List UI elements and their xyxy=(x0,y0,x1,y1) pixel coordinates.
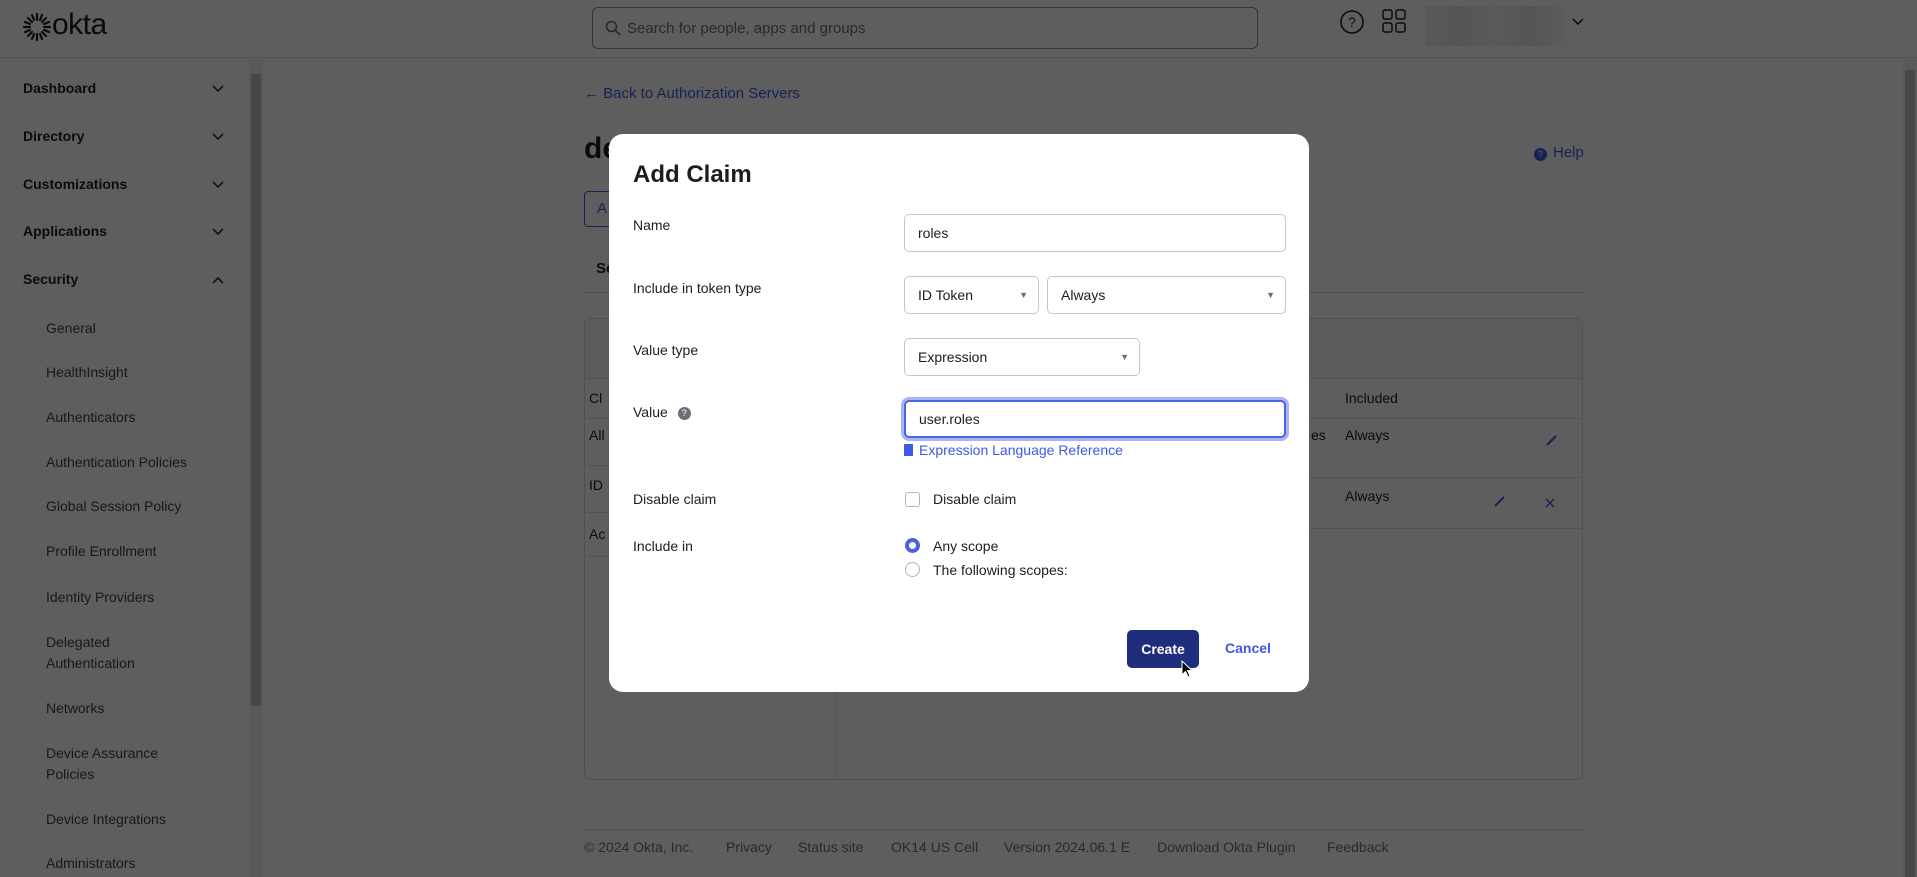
token-type-label: Include in token type xyxy=(633,280,762,296)
sidebar-item-device-assurance-policies[interactable]: Device Assurance Policies xyxy=(46,743,186,785)
any-scope-radio[interactable] xyxy=(905,538,920,553)
name-input[interactable]: roles xyxy=(904,214,1286,252)
sidebar-item-authentication-policies[interactable]: Authentication Policies xyxy=(46,452,187,473)
sidebar-item-global-session-policy[interactable]: Global Session Policy xyxy=(46,496,181,517)
disable-claim-checkbox-label[interactable]: Disable claim xyxy=(933,491,1016,507)
chevron-down-icon[interactable] xyxy=(212,85,224,93)
footer-divider xyxy=(584,829,1583,830)
value-label: Value? xyxy=(633,404,691,420)
token-when-value: Always xyxy=(1061,287,1106,303)
disable-claim-label: Disable claim xyxy=(633,491,717,507)
footer-link[interactable]: Status site xyxy=(798,839,863,855)
disable-claim-checkbox[interactable] xyxy=(905,492,920,507)
help-icon[interactable]: ? xyxy=(1338,8,1366,36)
value-type-select[interactable]: Expression ▼ xyxy=(904,338,1140,376)
footer-link[interactable]: Version 2024.06.1 E xyxy=(1004,839,1130,855)
footer-link[interactable]: Privacy xyxy=(726,839,772,855)
add-claim-dialog: Add Claim Name roles Include in token ty… xyxy=(609,134,1309,692)
token-when-select[interactable]: Always ▼ xyxy=(1047,276,1286,314)
search-box[interactable] xyxy=(592,7,1258,49)
sidebar-item-directory[interactable]: Directory xyxy=(23,128,84,144)
okta-logo-text: okta xyxy=(52,8,107,41)
sidebar-item-dashboard[interactable]: Dashboard xyxy=(23,80,96,96)
name-label: Name xyxy=(633,217,671,233)
expression-reference-label: Expression Language Reference xyxy=(919,442,1123,458)
delete-x-icon[interactable] xyxy=(1545,498,1555,508)
list-item[interactable]: All xyxy=(589,427,605,443)
sidebar-item-networks[interactable]: Networks xyxy=(46,698,104,719)
search-input[interactable] xyxy=(627,16,1227,40)
expression-reference-link[interactable]: Expression Language Reference xyxy=(904,442,1123,458)
sidebar-item-security[interactable]: Security xyxy=(23,271,78,287)
dropdown-arrow-icon: ▼ xyxy=(1019,290,1028,300)
sidebar-item-authenticators[interactable]: Authenticators xyxy=(46,407,136,428)
svg-text:?: ? xyxy=(1348,14,1356,30)
mouse-cursor-icon xyxy=(1181,660,1193,678)
value-label-text: Value xyxy=(633,404,668,420)
sidebar-item-administrators[interactable]: Administrators xyxy=(46,853,135,874)
chevron-down-icon[interactable] xyxy=(212,181,224,189)
help-label: Help xyxy=(1553,144,1584,161)
sidebar-item-healthinsight[interactable]: HealthInsight xyxy=(46,362,128,383)
footer-link: © 2024 Okta, Inc. xyxy=(584,839,694,855)
value-type-label: Value type xyxy=(633,342,699,358)
chevron-down-icon[interactable] xyxy=(1572,18,1584,26)
cancel-button[interactable]: Cancel xyxy=(1225,640,1271,656)
sidebar-item-delegated-authentication[interactable]: Delegated Authentication xyxy=(46,632,186,674)
sidebar-item-general[interactable]: General xyxy=(46,318,96,339)
table-cell: es xyxy=(1311,427,1326,443)
sidebar-item-identity-providers[interactable]: Identity Providers xyxy=(46,587,154,608)
table-header-included: Included xyxy=(1345,390,1398,406)
sidebar-item-applications[interactable]: Applications xyxy=(23,223,107,239)
okta-logo-icon[interactable] xyxy=(22,12,52,42)
search-icon xyxy=(605,20,621,36)
chevron-down-icon[interactable] xyxy=(212,133,224,141)
any-scope-label[interactable]: Any scope xyxy=(933,538,998,554)
token-type-value: ID Token xyxy=(918,287,973,303)
sidebar-item-device-integrations[interactable]: Device Integrations xyxy=(46,809,166,830)
footer-link[interactable]: OK14 US Cell xyxy=(891,839,978,855)
chevron-down-icon[interactable] xyxy=(212,228,224,236)
sidebar-item-profile-enrollment[interactable]: Profile Enrollment xyxy=(46,541,157,562)
list-item[interactable]: Ac xyxy=(589,526,605,542)
back-link[interactable]: ← Back to Authorization Servers xyxy=(584,85,800,102)
footer-link[interactable]: Download Okta Plugin xyxy=(1157,839,1296,855)
help-tooltip-icon[interactable]: ? xyxy=(677,407,691,420)
help-circle-icon: ? xyxy=(1534,148,1547,161)
following-scopes-label[interactable]: The following scopes: xyxy=(933,562,1068,578)
edit-pencil-icon[interactable] xyxy=(1545,434,1557,446)
value-input[interactable]: user.roles xyxy=(904,400,1286,438)
token-type-select[interactable]: ID Token ▼ xyxy=(904,276,1039,314)
value-type-value: Expression xyxy=(918,349,988,365)
top-header: okta ? xyxy=(0,0,1917,58)
following-scopes-radio[interactable] xyxy=(905,562,920,577)
dialog-title: Add Claim xyxy=(633,161,752,188)
help-link[interactable]: ? Help xyxy=(1534,144,1584,161)
main-scrollbar-thumb[interactable] xyxy=(1905,70,1915,877)
sidebar-item-customizations[interactable]: Customizations xyxy=(23,176,127,192)
user-menu-redacted[interactable] xyxy=(1425,6,1566,46)
footer-link[interactable]: Feedback xyxy=(1327,839,1388,855)
book-icon xyxy=(904,444,913,456)
table-cell-included: Always xyxy=(1345,488,1390,504)
dropdown-arrow-icon: ▼ xyxy=(1266,290,1275,300)
dropdown-arrow-icon: ▼ xyxy=(1120,352,1129,362)
chevron-up-icon[interactable] xyxy=(212,276,224,284)
edit-pencil-icon[interactable] xyxy=(1493,495,1505,507)
include-in-label: Include in xyxy=(633,538,693,554)
table-header-left: Cl xyxy=(589,390,603,406)
sidebar-nav: Dashboard Directory Customizations Applicat… xyxy=(0,59,263,877)
table-cell-included: Always xyxy=(1345,427,1390,443)
apps-grid-icon[interactable] xyxy=(1382,9,1406,33)
list-item[interactable]: ID xyxy=(589,477,603,493)
sidebar-scrollbar-thumb[interactable] xyxy=(251,74,261,706)
